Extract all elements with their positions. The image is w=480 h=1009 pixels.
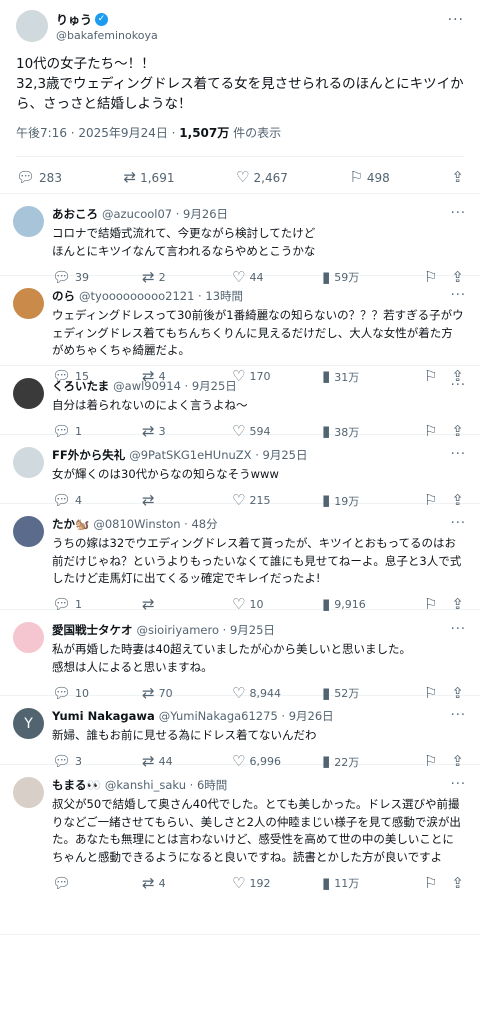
reply-text: 新婦、誰もお前に見せる為にドレス着てないんだわ <box>52 728 317 742</box>
avatar[interactable] <box>13 622 44 653</box>
reply-icon: 💬︎ <box>16 168 36 186</box>
share-icon: ⇪ <box>451 873 464 892</box>
avatar[interactable] <box>13 516 44 547</box>
reply-author-handle[interactable]: @kanshi_saku · 6時間 <box>105 777 227 793</box>
reply-author-name[interactable]: たか🐿️ <box>52 516 89 532</box>
views-button[interactable]: ▮ 11万 <box>322 875 412 891</box>
reply-author-handle[interactable]: @awl90914 · 9月25日 <box>113 378 237 394</box>
post-actions: 💬︎ 283 ⇄ 1,691 ♡ 2,467 ⚐ 498 ⇪ <box>16 156 464 196</box>
post-timestamp[interactable]: 午後7:16 · 2025年9月24日 · <box>16 126 179 140</box>
heart-icon: ♡ <box>236 168 250 186</box>
bookmark-button[interactable]: ⚐ <box>423 873 438 892</box>
views-label: 件の表示 <box>229 126 282 140</box>
reply-author-name[interactable]: FF外から失礼 <box>52 447 125 463</box>
avatar[interactable] <box>16 10 48 42</box>
reply-item[interactable]: ··· のら @tyooooooooo2121 · 13時間 ウェディングドレス… <box>0 276 480 384</box>
reply-author-handle[interactable]: @YumiNakaga61275 · 9月26日 <box>159 708 334 724</box>
reply-text: うちの嫁は32でウエディングドレス着て貰ったが、キツイとおもってるのはお前だけじ… <box>52 536 462 585</box>
reply-author-handle[interactable]: @0810Winston · 48分 <box>93 516 217 532</box>
reply-author-handle[interactable]: @azucool07 · 9月26日 <box>102 206 228 222</box>
reply-text: ウェディングドレスって30前後が1番綺麗なの知らないの？？？若すぎる子がウェディ… <box>52 308 464 357</box>
avatar[interactable] <box>13 378 44 409</box>
like-button[interactable]: ♡ 192 <box>232 873 322 892</box>
reply-icon: 💬︎ <box>52 873 72 892</box>
repost-button[interactable]: ⇄ 4 <box>142 873 232 892</box>
main-post: りゅう ✓ @bakafeminokoya ··· 10代の女子たち〜！！ 32,… <box>0 0 480 194</box>
reply-author-name[interactable]: Yumi Nakagawa <box>52 709 155 723</box>
like-count: 192 <box>249 876 271 890</box>
reply-item[interactable]: ··· FF外から失礼 @9PatSKG1eHUnuZX · 9月25日 女が輝… <box>0 435 480 508</box>
avatar[interactable] <box>13 206 44 237</box>
more-options-icon[interactable]: ··· <box>451 777 466 792</box>
more-options-icon[interactable]: ··· <box>451 206 466 221</box>
reply-item[interactable]: ··· あおころ @azucool07 · 9月26日 コロナで結婚式流れて、今… <box>0 194 480 284</box>
bookmark-button[interactable]: ⚐ 498 <box>349 170 389 185</box>
reply-item[interactable]: ··· たか🐿️ @0810Winston · 48分 うちの嫁は32でウエディ… <box>0 504 480 612</box>
reply-author-name[interactable]: 愛国戦士タケオ <box>52 622 133 638</box>
reply-count: 283 <box>39 170 62 185</box>
reply-button[interactable]: 💬︎ 283 <box>16 170 62 185</box>
reply-text: 叔父が50で結婚して奥さん40代でした。とても美しかった。ドレス選びや前撮りなど… <box>52 797 461 864</box>
share-button[interactable]: ⇪ <box>451 873 464 892</box>
avatar[interactable]: Y <box>13 708 44 739</box>
post-views: 1,507万 <box>179 126 230 140</box>
avatar[interactable] <box>13 777 44 808</box>
more-options-icon[interactable]: ··· <box>451 447 466 462</box>
reply-text: 私が再婚した時妻は40超えていましたが心から美しいと思いました。 感想は人による… <box>52 642 412 674</box>
more-options-icon[interactable]: ··· <box>451 288 466 303</box>
repost-button[interactable]: ⇄ 1,691 <box>124 170 175 185</box>
more-options-icon[interactable]: ··· <box>451 622 466 637</box>
reply-text: 女が輝くのは30代からなの知らなそうwww <box>52 467 279 481</box>
reply-author-name[interactable]: くろいたま <box>52 378 109 394</box>
bookmark-icon: ⚐ <box>349 168 363 186</box>
heart-icon: ♡ <box>232 873 246 892</box>
reply-author-name[interactable]: もまる👀 <box>52 777 101 793</box>
reply-item[interactable]: ··· もまる👀 @kanshi_saku · 6時間 叔父が50で結婚して奥さ… <box>0 765 480 935</box>
share-button[interactable]: ⇪ <box>451 170 464 185</box>
reply-item[interactable]: Y ··· Yumi Nakagawa @YumiNakaga61275 · 9… <box>0 696 480 769</box>
more-options-icon[interactable]: ··· <box>451 378 466 393</box>
reply-text: 自分は着られないのによく言うよね〜 <box>52 398 248 412</box>
more-options-icon[interactable]: ··· <box>451 516 466 531</box>
reply-author-handle[interactable]: @tyooooooooo2121 · 13時間 <box>79 288 243 304</box>
reply-author-name[interactable]: あおころ <box>52 206 98 222</box>
post-author[interactable]: りゅう ✓ @bakafeminokoya <box>16 10 464 42</box>
share-icon: ⇪ <box>451 168 464 186</box>
like-button[interactable]: ♡ 2,467 <box>236 170 288 185</box>
more-options-icon[interactable]: ··· <box>448 12 464 28</box>
reply-author-name[interactable]: のら <box>52 288 75 304</box>
author-name[interactable]: りゅう <box>56 11 92 28</box>
author-handle[interactable]: @bakafeminokoya <box>56 29 158 42</box>
reply-item[interactable]: ··· くろいたま @awl90914 · 9月25日 自分は着られないのによく… <box>0 366 480 439</box>
replies-list: ··· あおころ @azucool07 · 9月26日 コロナで結婚式流れて、今… <box>0 194 480 935</box>
like-count: 2,467 <box>253 170 288 185</box>
post-meta: 午後7:16 · 2025年9月24日 · 1,507万 件の表示 <box>16 124 464 141</box>
more-options-icon[interactable]: ··· <box>451 708 466 723</box>
view-count: 11万 <box>334 877 360 890</box>
repost-count: 4 <box>158 876 166 890</box>
views-icon: ▮ <box>322 873 331 892</box>
avatar[interactable] <box>13 447 44 478</box>
reply-author-handle[interactable]: @sioiriyamero · 9月25日 <box>137 622 275 638</box>
repost-icon: ⇄ <box>142 873 155 892</box>
reply-item[interactable]: ··· 愛国戦士タケオ @sioiriyamero · 9月25日 私が再婚した… <box>0 610 480 700</box>
avatar[interactable] <box>13 288 44 319</box>
verified-badge-icon: ✓ <box>95 12 109 26</box>
bookmark-count: 498 <box>366 170 390 185</box>
bookmark-icon: ⚐ <box>423 873 438 892</box>
reply-button[interactable]: 💬︎ <box>52 873 142 892</box>
reply-author-handle[interactable]: @9PatSKG1eHUnuZX · 9月25日 <box>129 447 307 463</box>
reply-text: コロナで結婚式流れて、今更ながら検討してたけど ほんとにキツイなんて言われるなら… <box>52 226 316 258</box>
repost-count: 1,691 <box>140 170 175 185</box>
avatar-letter: Y <box>24 715 33 732</box>
post-text: 10代の女子たち〜！！ 32,3歳でウェディングドレス着てる女を見させられるのほ… <box>16 56 464 112</box>
repost-icon: ⇄ <box>123 168 137 186</box>
